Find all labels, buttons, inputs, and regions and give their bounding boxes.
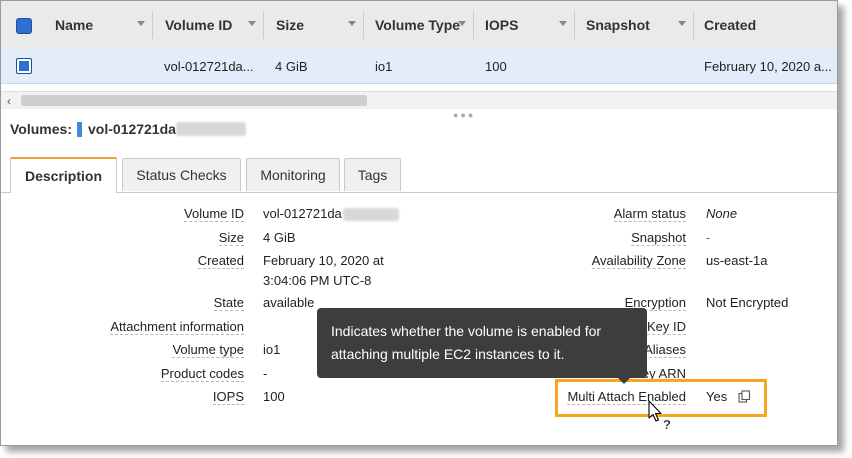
- column-header-snapshot[interactable]: Snapshot: [575, 1, 694, 49]
- sort-arrow-icon: [678, 21, 686, 26]
- field-label-attachment-information: Attachment information: [110, 319, 244, 335]
- sort-arrow-icon: [559, 21, 567, 26]
- field-value-availability-zone: us-east-1a: [706, 253, 768, 268]
- field-label-snapshot: Snapshot: [631, 230, 686, 246]
- cell-snapshot: [586, 49, 692, 83]
- sort-arrow-icon: [137, 21, 145, 26]
- column-header-volume-id[interactable]: Volume ID: [153, 1, 264, 49]
- column-header-volume-type[interactable]: Volume Type: [364, 1, 474, 49]
- sort-arrow-icon: [348, 21, 356, 26]
- field-value-volume-id: vol-012721da: [263, 206, 399, 222]
- scrollbar-thumb[interactable]: [21, 95, 367, 106]
- ec2-volumes-panel: Name Volume ID Size Volume Type IOPS Sna…: [0, 0, 838, 446]
- svg-text:?: ?: [663, 417, 671, 432]
- row-checkbox[interactable]: [16, 58, 32, 74]
- resize-grip-icon[interactable]: ●●●: [453, 110, 475, 120]
- horizontal-scrollbar[interactable]: ‹: [1, 91, 837, 109]
- column-header-iops[interactable]: IOPS: [474, 1, 575, 49]
- multi-attach-tooltip: Indicates whether the volume is enabled …: [317, 308, 647, 384]
- column-header-created[interactable]: Created: [694, 1, 837, 49]
- detail-title: Volumes: vol-012721da: [10, 121, 246, 137]
- detail-tabs: Description Status Checks Monitoring Tag…: [1, 157, 837, 193]
- redacted-text: [342, 208, 399, 222]
- tooltip-line-2: attaching multiple EC2 instances to it.: [331, 346, 565, 362]
- volume-color-marker: [76, 121, 82, 137]
- field-value-alarm-status: None: [706, 206, 738, 221]
- field-value-created: February 10, 2020 at: [263, 253, 384, 268]
- column-header-name[interactable]: Name: [43, 1, 153, 49]
- tab-description[interactable]: Description: [10, 157, 117, 193]
- field-value-created-time: 3:04:06 PM UTC-8: [263, 273, 372, 288]
- redacted-text: [175, 122, 246, 136]
- field-value-snapshot[interactable]: -: [706, 230, 710, 245]
- field-label-volume-type: Volume type: [172, 342, 244, 358]
- field-label-kms-key-aliases: Aliases: [644, 342, 686, 358]
- field-label-iops: IOPS: [212, 389, 244, 405]
- field-value-state: available: [263, 295, 315, 310]
- cell-volume-id: vol-012721da...: [164, 58, 254, 74]
- field-label-size: Size: [218, 230, 244, 246]
- tab-status-checks[interactable]: Status Checks: [122, 158, 241, 191]
- scroll-left-icon[interactable]: ‹: [7, 94, 11, 108]
- detail-title-label: Volumes:: [10, 121, 72, 137]
- tab-tags[interactable]: Tags: [344, 158, 401, 191]
- column-header-size[interactable]: Size: [264, 1, 364, 49]
- cell-iops: 100: [485, 58, 507, 74]
- cell-name: [55, 49, 153, 83]
- field-label-kms-key-id: Key ID: [646, 319, 686, 335]
- field-value-volume-type: io1: [263, 342, 281, 357]
- field-value-size: 4 GiB: [263, 230, 296, 245]
- tooltip-line-1: Indicates whether the volume is enabled …: [331, 323, 602, 339]
- cell-volume-type: io1: [375, 58, 393, 74]
- field-value-product-codes: -: [263, 366, 268, 381]
- sort-arrow-icon: [248, 21, 256, 26]
- detail-title-value: vol-012721da: [87, 121, 176, 137]
- field-label-alarm-status: Alarm status: [613, 206, 686, 222]
- table-header: Name Volume ID Size Volume Type IOPS Sna…: [1, 1, 837, 50]
- field-value-encryption: Not Encrypted: [706, 295, 789, 310]
- table-row[interactable]: vol-012721da... 4 GiB io1 100 February 1…: [1, 49, 837, 84]
- help-cursor-icon: ?: [648, 400, 671, 432]
- field-label-product-codes: Product codes: [160, 366, 244, 382]
- cell-size: 4 GiB: [275, 58, 308, 74]
- field-label-created: Created: [197, 253, 244, 269]
- field-label-availability-zone: Availability Zone: [591, 253, 686, 269]
- field-value-iops: 100: [263, 389, 285, 404]
- sort-arrow-icon: [458, 21, 466, 26]
- tab-monitoring[interactable]: Monitoring: [246, 158, 340, 191]
- select-all-checkbox[interactable]: [16, 18, 32, 34]
- field-label-state: State: [213, 295, 244, 311]
- cell-created: February 10, 2020 a...: [704, 58, 832, 74]
- field-label-volume-id: Volume ID: [184, 206, 244, 222]
